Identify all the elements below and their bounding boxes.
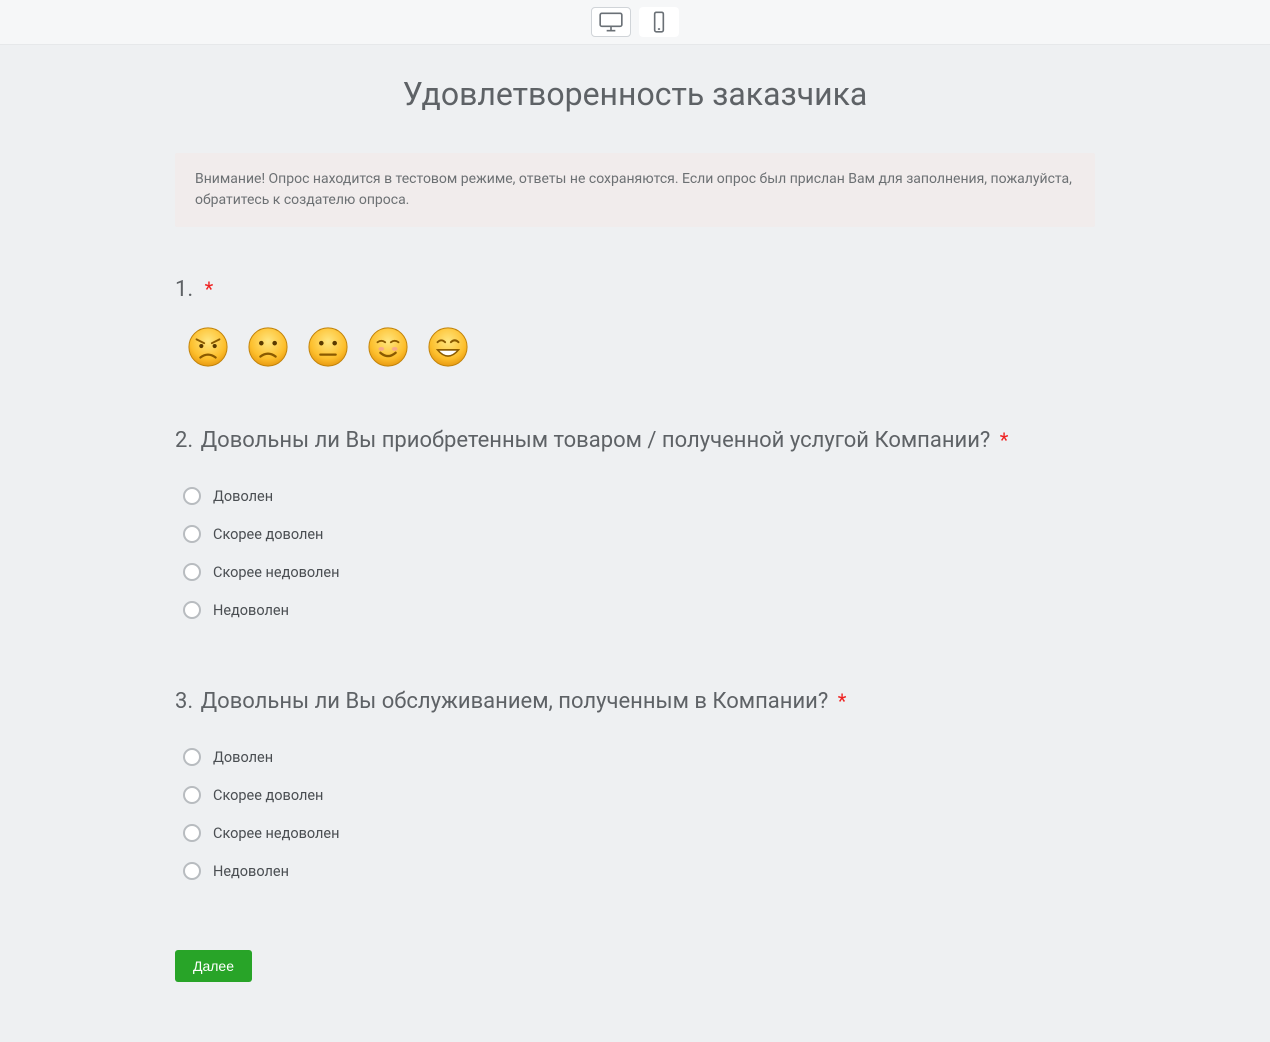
next-button[interactable]: Далее	[175, 950, 252, 982]
question-text: Довольны ли Вы обслуживанием, полученным…	[201, 689, 829, 714]
page-title: Удовлетворенность заказчика	[175, 75, 1095, 113]
question-3-options: Доволен Скорее доволен Скорее недоволен …	[175, 738, 1095, 890]
question-number: 3.	[175, 689, 193, 714]
required-marker: *	[205, 277, 214, 301]
option-row[interactable]: Доволен	[183, 477, 1095, 515]
option-label: Скорее доволен	[213, 787, 323, 804]
option-label: Доволен	[213, 749, 273, 766]
question-2-options: Доволен Скорее доволен Скорее недоволен …	[175, 477, 1095, 629]
desktop-view-button[interactable]	[591, 7, 631, 37]
test-mode-notice: Внимание! Опрос находится в тестовом реж…	[175, 153, 1095, 227]
emoji-rating-row	[175, 326, 1095, 368]
device-toolbar	[0, 0, 1270, 45]
option-row[interactable]: Недоволен	[183, 591, 1095, 629]
emoji-angry[interactable]	[187, 326, 229, 368]
question-number: 1.	[175, 277, 193, 302]
question-text: Довольны ли Вы приобретенным товаром / п…	[201, 428, 991, 453]
desktop-icon	[598, 11, 624, 33]
option-label: Скорее доволен	[213, 526, 323, 543]
emoji-frown[interactable]	[247, 326, 289, 368]
grin-face-icon	[427, 326, 469, 368]
emoji-grin[interactable]	[427, 326, 469, 368]
radio-icon	[183, 601, 201, 619]
option-row[interactable]: Скорее недоволен	[183, 814, 1095, 852]
option-row[interactable]: Доволен	[183, 738, 1095, 776]
option-label: Скорее недоволен	[213, 825, 339, 842]
smile-face-icon	[367, 326, 409, 368]
neutral-face-icon	[307, 326, 349, 368]
mobile-icon	[646, 11, 672, 33]
radio-icon	[183, 487, 201, 505]
question-2: 2. Довольны ли Вы приобретенным товаром …	[175, 428, 1095, 629]
question-1-header: 1. *	[175, 277, 1095, 302]
question-3-header: 3. Довольны ли Вы обслуживанием, получен…	[175, 689, 1095, 714]
mobile-view-button[interactable]	[639, 7, 679, 37]
radio-icon	[183, 862, 201, 880]
option-label: Недоволен	[213, 602, 289, 619]
frown-face-icon	[247, 326, 289, 368]
emoji-smile[interactable]	[367, 326, 409, 368]
option-label: Доволен	[213, 488, 273, 505]
radio-icon	[183, 786, 201, 804]
question-3: 3. Довольны ли Вы обслуживанием, получен…	[175, 689, 1095, 890]
option-label: Недоволен	[213, 863, 289, 880]
question-2-header: 2. Довольны ли Вы приобретенным товаром …	[175, 428, 1095, 453]
option-row[interactable]: Скорее недоволен	[183, 553, 1095, 591]
emoji-neutral[interactable]	[307, 326, 349, 368]
option-label: Скорее недоволен	[213, 564, 339, 581]
option-row[interactable]: Скорее доволен	[183, 776, 1095, 814]
radio-icon	[183, 525, 201, 543]
option-row[interactable]: Недоволен	[183, 852, 1095, 890]
question-number: 2.	[175, 428, 193, 453]
required-marker: *	[1000, 428, 1009, 452]
question-1: 1. *	[175, 277, 1095, 368]
angry-face-icon	[187, 326, 229, 368]
radio-icon	[183, 824, 201, 842]
radio-icon	[183, 563, 201, 581]
option-row[interactable]: Скорее доволен	[183, 515, 1095, 553]
radio-icon	[183, 748, 201, 766]
required-marker: *	[838, 689, 847, 713]
